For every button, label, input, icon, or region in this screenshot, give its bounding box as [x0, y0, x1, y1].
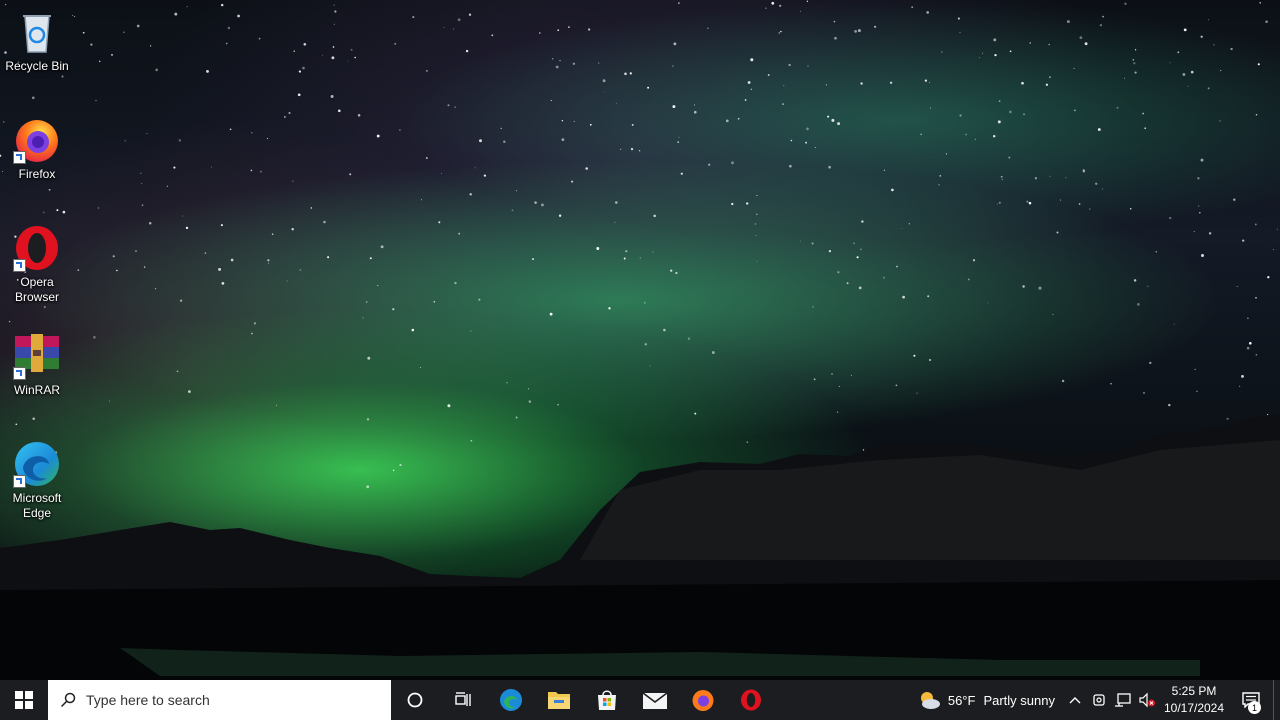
firefox-icon — [692, 690, 714, 711]
meet-now-button[interactable] — [1087, 680, 1111, 720]
opera-icon — [741, 689, 761, 711]
opera-icon — [13, 224, 61, 272]
meet-now-icon — [1093, 694, 1105, 706]
chevron-up-icon — [1069, 697, 1081, 704]
desktop-icon-recycle-bin[interactable]: Recycle Bin — [2, 8, 72, 74]
cortana-button[interactable] — [391, 680, 439, 720]
search-placeholder: Type here to search — [86, 692, 210, 708]
weather-widget[interactable]: 56°F Partly sunny — [908, 680, 1063, 720]
weather-temp: 56°F — [947, 692, 976, 708]
task-view-icon — [455, 692, 471, 706]
desktop-icon-winrar[interactable]: WinRAR — [2, 332, 72, 398]
desktop-icon-label: Recycle Bin — [5, 59, 69, 73]
desktop[interactable]: Recycle Bin Firefox Opera Browser WinRAR… — [0, 0, 1280, 680]
taskbar-microsoft-store[interactable] — [583, 680, 631, 720]
firefox-icon — [13, 116, 61, 164]
shortcut-arrow-icon — [13, 367, 26, 380]
action-center-button[interactable]: 1 — [1229, 680, 1273, 720]
cortana-icon — [407, 692, 423, 708]
taskbar-mail[interactable] — [631, 680, 679, 720]
taskbar-firefox[interactable] — [679, 680, 727, 720]
windows-logo-icon — [15, 691, 33, 709]
search-icon — [60, 692, 76, 708]
search-input[interactable]: Type here to search — [48, 680, 391, 720]
taskbar-opera[interactable] — [727, 680, 775, 720]
taskbar-edge[interactable] — [487, 680, 535, 720]
microsoft-store-icon — [598, 690, 616, 710]
taskbar-file-explorer[interactable] — [535, 680, 583, 720]
desktop-icon-label: Opera Browser — [14, 275, 59, 304]
wallpaper-landscape — [0, 414, 1280, 680]
start-button[interactable] — [0, 680, 48, 720]
volume-muted-icon — [1139, 692, 1155, 708]
recycle-bin-icon — [13, 8, 61, 56]
shortcut-arrow-icon — [13, 475, 26, 488]
clock-date: 10/17/2024 — [1163, 701, 1225, 715]
edge-icon — [500, 689, 522, 711]
clock[interactable]: 5:25 PM 10/17/2024 — [1159, 680, 1229, 720]
network-button[interactable] — [1111, 680, 1135, 720]
show-hidden-icons-button[interactable] — [1063, 680, 1087, 720]
system-tray: 56°F Partly sunny 5:25 PM 10/17/2024 1 — [908, 680, 1280, 720]
desktop-icon-label: Firefox — [18, 167, 56, 181]
shortcut-arrow-icon — [13, 151, 26, 164]
desktop-icon-edge[interactable]: Microsoft Edge — [2, 440, 72, 521]
desktop-icon-firefox[interactable]: Firefox — [2, 116, 72, 182]
partly-sunny-icon — [920, 692, 940, 709]
task-view-button[interactable] — [439, 680, 487, 720]
taskbar: Type here to search 56°F Partly sunny 5:… — [0, 680, 1280, 720]
winrar-icon — [13, 332, 61, 380]
notification-count-badge: 1 — [1248, 701, 1261, 714]
edge-icon — [13, 440, 61, 488]
shortcut-arrow-icon — [13, 259, 26, 272]
file-explorer-icon — [548, 692, 570, 709]
network-icon — [1115, 693, 1131, 707]
desktop-icon-label: Microsoft Edge — [12, 491, 62, 520]
show-desktop-button[interactable] — [1273, 680, 1280, 720]
desktop-icon-label: WinRAR — [13, 383, 60, 397]
mail-icon — [642, 692, 668, 709]
clock-time: 5:25 PM — [1171, 684, 1217, 698]
desktop-icon-opera[interactable]: Opera Browser — [2, 224, 72, 305]
volume-button[interactable] — [1135, 680, 1159, 720]
weather-condition: Partly sunny — [983, 692, 1055, 708]
